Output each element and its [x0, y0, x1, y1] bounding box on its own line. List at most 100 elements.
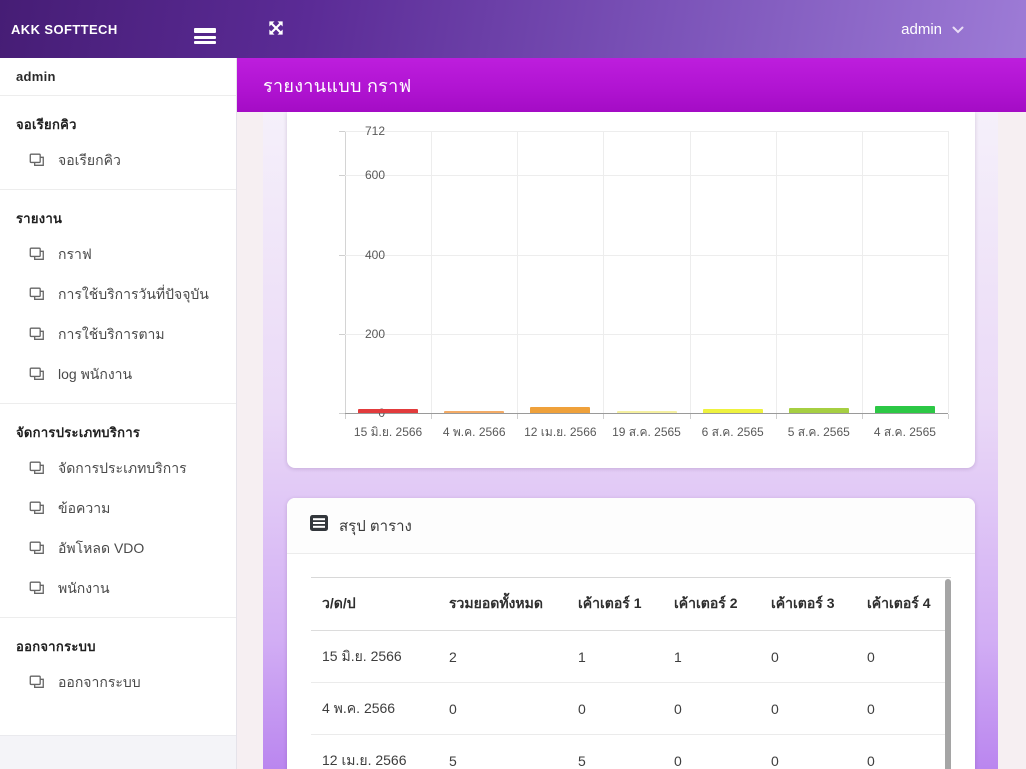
y-axis-tick-label: 200	[345, 327, 385, 341]
row-value-cell: 0	[760, 735, 856, 769]
summary-table-card: สรุป ตาราง ว/ด/ปรวมยอดทั้งหมดเค้าเตอร์ 1…	[287, 498, 975, 769]
chart-bar[interactable]	[530, 407, 590, 413]
summary-table: ว/ด/ปรวมยอดทั้งหมดเค้าเตอร์ 1เค้าเตอร์ 2…	[311, 577, 951, 769]
sidebar-item-label: พนักงาน	[58, 578, 110, 600]
sidebar-item[interactable]: ข้อความ	[0, 489, 236, 529]
sidebar-section: จัดการประเภทบริการจัดการประเภทบริการข้อค…	[0, 404, 236, 618]
sidebar-footer	[0, 735, 236, 769]
summary-column-header: เค้าเตอร์ 4	[856, 578, 951, 631]
sidebar-item[interactable]: พนักงาน	[0, 569, 236, 609]
hamburger-icon	[194, 28, 216, 31]
chart-gridline-vertical	[948, 131, 949, 413]
y-axis-tick-label: 600	[345, 168, 385, 182]
sidebar-item[interactable]: จอเรียกคิว	[0, 141, 236, 181]
sidebar-item-label: อัพโหลด VDO	[58, 538, 144, 560]
user-menu[interactable]: admin	[901, 21, 964, 38]
x-axis-tick	[862, 414, 863, 419]
row-value-cell: 0	[856, 735, 951, 769]
table-row: 4 พ.ค. 256600000	[311, 683, 951, 735]
bar-chart: 020040060071215 มิ.ย. 25664 พ.ค. 256612 …	[345, 131, 948, 413]
sidebar-item[interactable]: การใช้บริการตาม	[0, 315, 236, 355]
sidebar-section: จอเรียกคิวจอเรียกคิว	[0, 96, 236, 190]
pages-icon	[29, 541, 45, 558]
sidebar-section-header: จัดการประเภทบริการ	[0, 408, 236, 449]
sidebar-item[interactable]: จัดการประเภทบริการ	[0, 449, 236, 489]
row-value-cell: 0	[760, 631, 856, 683]
sidebar-item-label: ออกจากระบบ	[58, 672, 141, 694]
summary-column-header: เค้าเตอร์ 1	[567, 578, 663, 631]
chart-gridline-vertical	[862, 131, 863, 413]
row-value-cell: 2	[438, 631, 567, 683]
chart-bar[interactable]	[358, 409, 418, 413]
sidebar-item[interactable]: ออกจากระบบ	[0, 663, 236, 703]
chart-bar[interactable]	[703, 409, 763, 413]
row-value-cell: 5	[567, 735, 663, 769]
sidebar-item-label: ข้อความ	[58, 498, 110, 520]
chart-bar[interactable]	[617, 411, 677, 413]
chart-gridline-vertical	[603, 131, 604, 413]
chart-gridline-horizontal	[345, 175, 948, 176]
sidebar-toggle-button[interactable]	[180, 0, 230, 58]
chart-gridline-horizontal	[345, 334, 948, 335]
summary-column-header: รวมยอดทั้งหมด	[438, 578, 567, 631]
chart-gridline-horizontal	[345, 255, 948, 256]
pages-icon	[29, 153, 45, 170]
summary-column-header: ว/ด/ป	[311, 578, 438, 631]
x-axis-tick	[431, 414, 432, 419]
chart-gridline-horizontal	[345, 131, 948, 132]
chart-bar[interactable]	[789, 408, 849, 413]
row-value-cell: 0	[663, 735, 760, 769]
x-axis-tick	[690, 414, 691, 419]
sidebar-item[interactable]: การใช้บริการวันที่ปัจจุบัน	[0, 275, 236, 315]
summary-column-header: เค้าเตอร์ 3	[760, 578, 856, 631]
sidebar: admin จอเรียกคิวจอเรียกคิวรายงานกราฟการใ…	[0, 58, 237, 769]
fullscreen-button[interactable]	[252, 0, 300, 58]
x-axis-category-label: 5 ส.ค. 2565	[769, 423, 869, 442]
sidebar-section-header: รายงาน	[0, 194, 236, 235]
sidebar-item-label: กราฟ	[58, 244, 92, 266]
summary-table-wrapper: ว/ด/ปรวมยอดทั้งหมดเค้าเตอร์ 1เค้าเตอร์ 2…	[311, 577, 951, 769]
sidebar-item[interactable]: log พนักงาน	[0, 355, 236, 395]
sidebar-item-label: การใช้บริการตาม	[58, 324, 165, 346]
chart-gridline-vertical	[690, 131, 691, 413]
sidebar-item-label: log พนักงาน	[58, 364, 132, 386]
sidebar-user-label: admin	[0, 58, 236, 96]
x-axis-category-label: 19 ส.ค. 2565	[597, 423, 697, 442]
y-axis-tick-label: 712	[345, 124, 385, 138]
chart-gridline-vertical	[517, 131, 518, 413]
sidebar-section: ออกจากระบบออกจากระบบ	[0, 618, 236, 711]
table-row: 12 เม.ย. 256655000	[311, 735, 951, 769]
chart-bar[interactable]	[875, 406, 935, 413]
content-area: 020040060071215 มิ.ย. 25664 พ.ค. 256612 …	[237, 112, 1026, 769]
row-value-cell: 0	[567, 683, 663, 735]
row-date-cell: 15 มิ.ย. 2566	[311, 631, 438, 683]
x-axis-tick	[603, 414, 604, 419]
top-navbar: AKK SOFTTECH admin	[0, 0, 1026, 58]
sidebar-item[interactable]: อัพโหลด VDO	[0, 529, 236, 569]
pages-icon	[29, 247, 45, 264]
brand-logo[interactable]: AKK SOFTTECH	[0, 22, 180, 37]
pages-icon	[29, 461, 45, 478]
row-value-cell: 0	[663, 683, 760, 735]
row-value-cell: 1	[567, 631, 663, 683]
table-row: 15 มิ.ย. 256621100	[311, 631, 951, 683]
row-value-cell: 5	[438, 735, 567, 769]
y-axis-tick-label: 400	[345, 248, 385, 262]
user-menu-label: admin	[901, 21, 942, 38]
x-axis-tick	[948, 414, 949, 419]
sidebar-section-header: ออกจากระบบ	[0, 622, 236, 663]
summary-column-header: เค้าเตอร์ 2	[663, 578, 760, 631]
row-value-cell: 1	[663, 631, 760, 683]
chevron-down-icon	[952, 21, 964, 38]
row-value-cell: 0	[856, 683, 951, 735]
sidebar-item-label: จัดการประเภทบริการ	[58, 458, 187, 480]
x-axis-category-label: 12 เม.ย. 2566	[510, 423, 610, 442]
pages-icon	[29, 581, 45, 598]
chart-bar[interactable]	[444, 411, 504, 413]
pages-icon	[29, 675, 45, 692]
page-header: รายงานแบบ กราฟ	[237, 58, 1026, 112]
sidebar-item[interactable]: กราฟ	[0, 235, 236, 275]
table-scrollbar-thumb[interactable]	[945, 579, 951, 769]
sidebar-section-header: จอเรียกคิว	[0, 100, 236, 141]
x-axis-category-label: 4 พ.ค. 2566	[424, 423, 524, 442]
